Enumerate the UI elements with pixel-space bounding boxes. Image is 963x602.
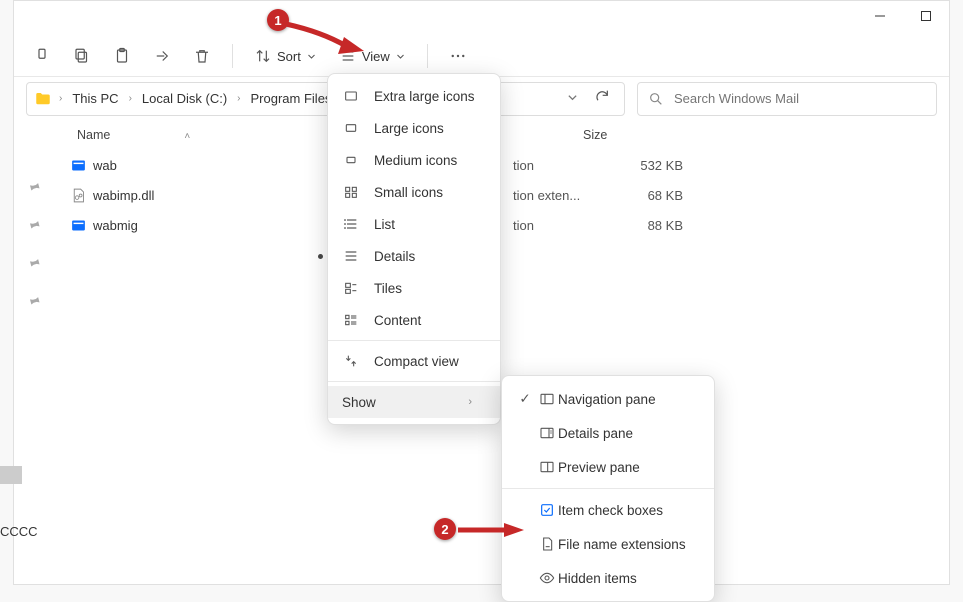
- view-option-tiles[interactable]: Tiles: [328, 272, 500, 304]
- show-option-preview-pane[interactable]: Preview pane: [502, 450, 714, 484]
- chevron-icon[interactable]: ›: [233, 93, 244, 104]
- list-icon: [342, 216, 360, 232]
- file-type: tion exten...: [513, 188, 603, 203]
- show-option-hidden-items[interactable]: Hidden items: [502, 561, 714, 595]
- breadcrumb-disk[interactable]: Local Disk (C:): [138, 87, 231, 110]
- file-row[interactable]: wab tion 532 KB: [53, 150, 949, 180]
- toolbar: Sort View: [14, 36, 949, 76]
- address-dropdown[interactable]: [561, 90, 584, 108]
- delete-button[interactable]: [184, 38, 220, 74]
- cut-button[interactable]: [24, 38, 60, 74]
- view-option-large[interactable]: Large icons: [328, 112, 500, 144]
- refresh-button[interactable]: [586, 88, 618, 109]
- file-size: 68 KB: [623, 188, 683, 203]
- tiles-icon: [342, 280, 360, 296]
- file-type: tion: [513, 158, 603, 173]
- breadcrumb-progfiles[interactable]: Program Files: [247, 87, 336, 110]
- titlebar: [14, 1, 949, 36]
- view-option-extra-large[interactable]: Extra large icons: [328, 80, 500, 112]
- rename-button[interactable]: [144, 38, 180, 74]
- file-row[interactable]: wabmig tion 88 KB: [53, 210, 949, 240]
- search-icon: [648, 91, 664, 107]
- medium-icon: [342, 152, 360, 168]
- file-row[interactable]: wabimp.dll tion exten... 68 KB: [53, 180, 949, 210]
- sort-asc-icon: ˄: [184, 131, 190, 142]
- content-icon: [342, 312, 360, 328]
- more-button[interactable]: [440, 38, 476, 74]
- search-input[interactable]: [674, 91, 926, 106]
- small-icon: [342, 184, 360, 200]
- breadcrumb-thispc[interactable]: This PC: [68, 87, 122, 110]
- view-menu: Extra large icons Large icons Medium ico…: [327, 73, 501, 425]
- chevron-icon[interactable]: ›: [55, 93, 66, 104]
- preview-pane-icon: [536, 459, 558, 475]
- file-name: wabimp.dll: [93, 188, 154, 203]
- show-option-navigation-pane[interactable]: ✓Navigation pane: [502, 382, 714, 416]
- column-name[interactable]: Name: [77, 128, 110, 142]
- file-type: tion: [513, 218, 603, 233]
- cropped-content: CCCC: [0, 466, 40, 542]
- view-option-small[interactable]: Small icons: [328, 176, 500, 208]
- annotation-badge-2: 2: [434, 518, 456, 540]
- check-icon: ✓: [514, 391, 536, 407]
- view-option-show[interactable]: Show›: [328, 386, 500, 418]
- chevron-icon[interactable]: ›: [125, 93, 136, 104]
- address-bar[interactable]: › This PC › Local Disk (C:) › Program Fi…: [26, 82, 625, 116]
- show-submenu: ✓Navigation pane Details pane Preview pa…: [501, 375, 715, 602]
- app-icon: [69, 216, 87, 234]
- column-size[interactable]: Size: [583, 128, 607, 142]
- view-option-list[interactable]: List: [328, 208, 500, 240]
- file-size: 532 KB: [623, 158, 683, 173]
- details-pane-icon: [536, 425, 558, 441]
- minimize-button[interactable]: [857, 1, 903, 31]
- view-option-details[interactable]: Details: [328, 240, 500, 272]
- pin-icon[interactable]: [23, 216, 43, 238]
- dll-icon: [69, 186, 87, 204]
- annotation-arrow-1: [282, 18, 368, 62]
- show-option-details-pane[interactable]: Details pane: [502, 416, 714, 450]
- view-option-medium[interactable]: Medium icons: [328, 144, 500, 176]
- file-name: wab: [93, 158, 117, 173]
- file-ext-icon: [536, 536, 558, 552]
- file-name: wabmig: [93, 218, 138, 233]
- folder-icon: [33, 89, 53, 109]
- chevron-down-icon: [396, 49, 405, 64]
- app-icon: [69, 156, 87, 174]
- large-icon: [342, 120, 360, 136]
- maximize-button[interactable]: [903, 1, 949, 31]
- hidden-icon: [536, 570, 558, 586]
- view-option-compact[interactable]: Compact view: [328, 345, 500, 377]
- checkbox-icon: [536, 502, 558, 518]
- chevron-right-icon: ›: [468, 396, 472, 408]
- navigation-pane-icon: [536, 391, 558, 407]
- show-option-item-checkboxes[interactable]: Item check boxes: [502, 493, 714, 527]
- column-headers[interactable]: Name ˄ Size: [53, 120, 949, 150]
- pin-icon[interactable]: [23, 178, 43, 200]
- pin-icon[interactable]: [23, 254, 43, 276]
- compact-icon: [342, 353, 360, 369]
- search-box[interactable]: [637, 82, 937, 116]
- pin-icon[interactable]: [23, 292, 43, 314]
- copy-button[interactable]: [64, 38, 100, 74]
- view-option-content[interactable]: Content: [328, 304, 500, 336]
- file-size: 88 KB: [623, 218, 683, 233]
- details-icon: [342, 248, 360, 264]
- show-option-file-extensions[interactable]: File name extensions: [502, 527, 714, 561]
- extra-large-icon: [342, 88, 360, 104]
- paste-button[interactable]: [104, 38, 140, 74]
- annotation-arrow-2: [456, 521, 526, 539]
